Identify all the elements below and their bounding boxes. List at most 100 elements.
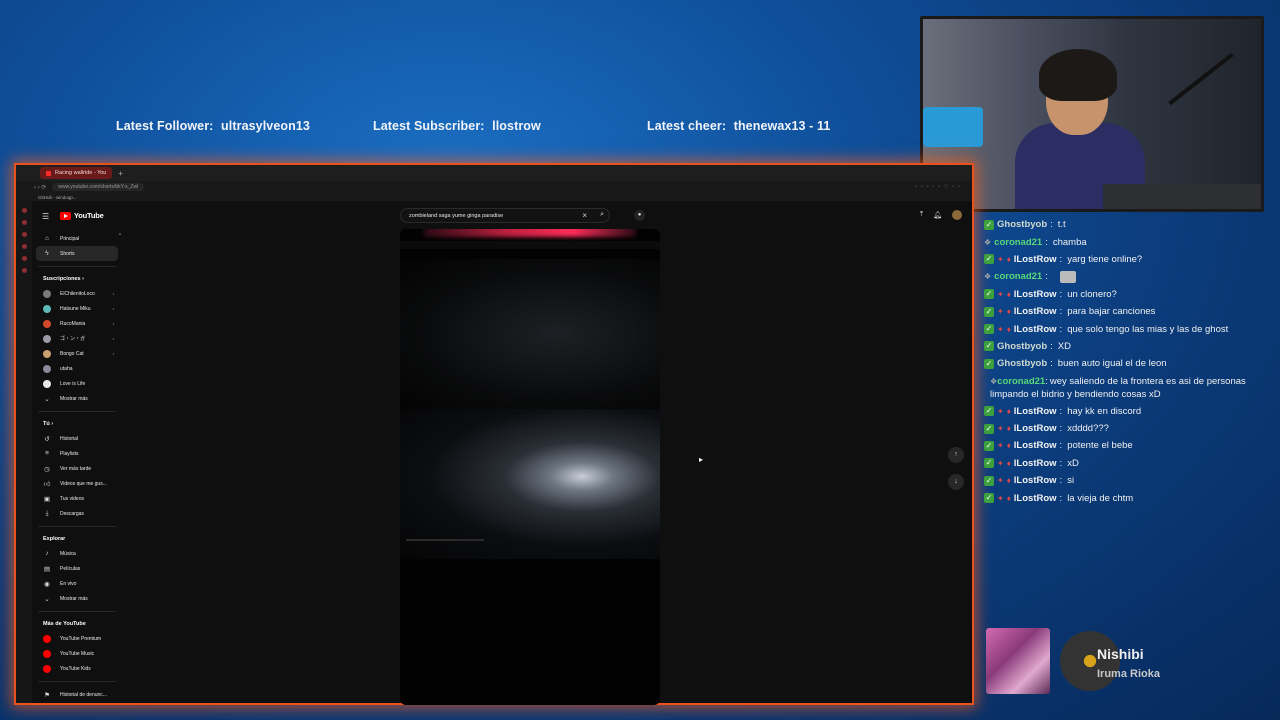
subscription-item[interactable]: ElChilenitoLoco • xyxy=(32,286,122,301)
rail-icon[interactable] xyxy=(21,232,27,237)
address-bar: ‹ › ⟳ www.youtube.com/shorts/bkY-x_Zwl ▫… xyxy=(16,181,972,193)
browser-tab[interactable]: Racing wallride - You xyxy=(40,167,113,179)
subscriber-badge-icon: ✦ xyxy=(997,424,1004,434)
sidebar-item-watch-later[interactable]: ◷ Ver más tarde xyxy=(32,461,122,476)
rail-icon[interactable] xyxy=(21,208,27,213)
chat-separator: : xyxy=(1059,457,1063,469)
bookmarks-bar: GitHub - windoqp... xyxy=(16,193,972,201)
extensions-icons[interactable]: ▫▫▫▫▫♡▫▫ xyxy=(915,184,964,190)
gift-badge-icon: ♦ xyxy=(1006,458,1011,468)
menu-icon[interactable]: ☰ xyxy=(42,212,49,221)
like-icon: 👍︎ xyxy=(43,480,51,488)
shorts-video-player[interactable] xyxy=(400,229,660,705)
sidebar-item-music[interactable]: ♪ Música xyxy=(32,546,122,561)
sidebar-item-liked[interactable]: 👍︎ Videos que me gus... xyxy=(32,476,122,491)
latest-follower: Latest Follower: ultrasylveon13 xyxy=(116,119,310,133)
url-field[interactable]: www.youtube.com/shorts/bkY-x_Zwl xyxy=(52,183,145,191)
voice-search-icon[interactable]: ● xyxy=(634,210,645,221)
chat-username[interactable]: lLostRow xyxy=(1014,324,1057,335)
verified-badge-icon: ✓ xyxy=(984,458,994,469)
subscription-item[interactable]: Hatsune Miku • xyxy=(32,301,122,316)
sidebar-item-live[interactable]: ◉ En vivo xyxy=(32,576,122,591)
sidebar-item-yt-premium[interactable]: YouTube Premium xyxy=(32,631,122,646)
chat-username[interactable]: lLostRow xyxy=(1014,440,1057,451)
chat-message: ✓ ✦ ♦ lLostRow: que solo tengo las mias y la… xyxy=(984,320,1280,337)
sidebar-scroll-up-icon[interactable]: ▲ xyxy=(118,231,122,236)
channel-avatar xyxy=(43,349,51,358)
chat-text: buen auto igual el de leon xyxy=(1057,358,1167,370)
rail-icon[interactable] xyxy=(21,244,27,249)
clear-search-icon[interactable]: × xyxy=(582,211,587,220)
sidebar-item-downloads[interactable]: ⤓ Descargas xyxy=(32,506,122,521)
chat-message: ✓ ✦ ♦ lLostRow: para bajar canciones xyxy=(984,303,1280,320)
next-short-button[interactable]: ↓ xyxy=(948,474,964,490)
upload-icon[interactable]: ⤒ xyxy=(920,211,923,219)
sidebar-item-principal[interactable]: ⌂ Principal xyxy=(32,231,122,246)
sidebar-item-report-history[interactable]: ⚑ Historial de denunc... xyxy=(32,687,122,702)
chat-text: yarg tiene online? xyxy=(1067,253,1143,265)
sidebar-item-history[interactable]: ↺ Historial xyxy=(32,431,122,446)
channel-avatar xyxy=(43,304,51,313)
subscriber-badge-icon: ✦ xyxy=(997,441,1004,451)
show-more-button[interactable]: ⌄ Mostrar más xyxy=(32,591,122,606)
search-icon[interactable]: ⌕ xyxy=(600,211,604,219)
chat-separator: : xyxy=(1059,288,1063,300)
rail-icon[interactable] xyxy=(21,220,27,225)
chat-username[interactable]: lLostRow xyxy=(1014,254,1057,265)
video-top-glow xyxy=(424,229,636,237)
live-dot-icon: • xyxy=(112,351,114,356)
chat-text: t.t xyxy=(1057,219,1066,231)
previous-short-button[interactable]: ↑ xyxy=(948,447,964,463)
youtube-logo[interactable]: YouTube xyxy=(60,211,104,220)
verified-badge-icon: ✓ xyxy=(984,219,994,230)
section-you[interactable]: Tú › xyxy=(32,417,122,431)
chat-username[interactable]: coronad21 xyxy=(994,271,1042,282)
sidebar-item-your-videos[interactable]: ▣ Tus videos xyxy=(32,491,122,506)
chat-username[interactable]: lLostRow xyxy=(1014,475,1057,486)
chat-username[interactable]: lLostRow xyxy=(1014,406,1057,417)
chat-username[interactable]: Ghostbyob xyxy=(997,358,1047,369)
chat-username[interactable]: coronad21 xyxy=(994,237,1042,248)
bookmark-item[interactable]: GitHub - windoqp... xyxy=(38,195,77,200)
chat-username[interactable]: lLostRow xyxy=(1014,306,1057,317)
show-more-button[interactable]: ⌄ Mostrar más xyxy=(32,391,122,406)
subscription-item[interactable]: Bongo Cat • xyxy=(32,346,122,361)
sidebar-item-movies[interactable]: ▤ Películas xyxy=(32,561,122,576)
sidebar-item-playlists[interactable]: ≡ Playlists xyxy=(32,446,122,461)
channel-avatar xyxy=(43,334,51,343)
sidebar-item-shorts[interactable]: ϟ Shorts xyxy=(36,246,118,261)
sidebar-item-yt-kids[interactable]: YouTube Kids xyxy=(32,661,122,676)
new-tab-icon[interactable]: + xyxy=(118,169,123,178)
gift-badge-icon: ♦ xyxy=(1006,441,1011,451)
back-forward-reload-icon[interactable]: ‹ › ⟳ xyxy=(34,184,46,191)
rail-icon[interactable] xyxy=(21,268,27,273)
chat-username[interactable]: coronad21 xyxy=(997,376,1045,387)
channel-avatar xyxy=(43,319,51,328)
chat-message: ✓ Ghostbyob: XD xyxy=(984,338,1280,355)
subscription-item[interactable]: Love is Life xyxy=(32,376,122,391)
section-more-from-youtube: Más de YouTube xyxy=(43,621,86,627)
chat-separator: : xyxy=(1059,253,1063,265)
chat-username[interactable]: lLostRow xyxy=(1014,458,1057,469)
subscription-item[interactable]: ゴ・ン・ガ • xyxy=(32,331,122,346)
live-dot-icon: • xyxy=(112,291,114,296)
viewer-badge-icon: ❖ xyxy=(984,272,992,282)
subscription-item[interactable]: RucoMania • xyxy=(32,316,122,331)
section-subscriptions[interactable]: Suscripciones › xyxy=(32,272,122,286)
sidebar-item-yt-music[interactable]: YouTube Music xyxy=(32,646,122,661)
streamer-hair xyxy=(1039,49,1117,101)
chat-username[interactable]: lLostRow xyxy=(1014,423,1057,434)
video-icon: ▣ xyxy=(43,495,51,503)
avatar[interactable] xyxy=(952,210,962,220)
chat-message: ✓ ✦ ♦ lLostRow: yarg tiene online? xyxy=(984,251,1280,268)
chat-username[interactable]: lLostRow xyxy=(1014,289,1057,300)
chat-separator: : xyxy=(1059,423,1063,435)
chat-username[interactable]: Ghostbyob xyxy=(997,219,1047,230)
chat-username[interactable]: Ghostbyob xyxy=(997,341,1047,352)
search-input[interactable]: zombieland saga yume ginga paradise × ⌕ xyxy=(400,208,610,223)
chat-username[interactable]: lLostRow xyxy=(1014,493,1057,504)
chat-text: xdddd??? xyxy=(1067,423,1109,435)
subscription-item[interactable]: utaha xyxy=(32,361,122,376)
notifications-bell-icon[interactable]: 🔔︎ xyxy=(933,211,942,219)
rail-icon[interactable] xyxy=(21,256,27,261)
